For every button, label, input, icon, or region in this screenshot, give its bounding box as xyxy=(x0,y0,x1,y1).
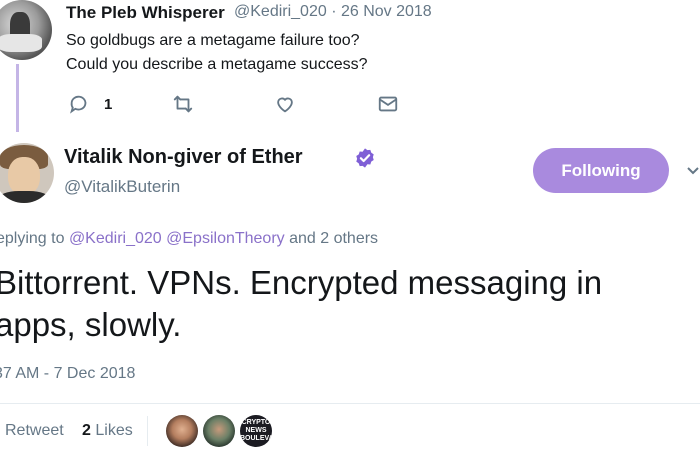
likes-label: Likes xyxy=(95,422,133,439)
like-icon xyxy=(277,97,293,113)
liker-logo-line: NEWS xyxy=(245,427,267,434)
author-handle[interactable]: @VitalikButerin xyxy=(64,177,180,197)
following-button[interactable]: Following xyxy=(533,148,669,193)
retweet-icon xyxy=(173,95,193,113)
reply-icon xyxy=(70,95,87,114)
retweet-button[interactable] xyxy=(172,93,194,115)
author-avatar[interactable] xyxy=(0,143,54,203)
liker-avatar[interactable] xyxy=(166,415,198,447)
replying-others[interactable]: and 2 others xyxy=(285,230,378,247)
mention-link-epsilontheory[interactable]: @EpsilonTheory xyxy=(166,230,285,247)
tweet-text: Bittorrent. VPNs. Encrypted messaging in… xyxy=(0,262,602,346)
direct-message-icon xyxy=(378,96,398,112)
reply-count: 1 xyxy=(104,95,113,113)
replying-to-line: eplying to @Kediri_020 @EpsilonTheory an… xyxy=(0,230,378,248)
like-button[interactable] xyxy=(274,93,296,115)
retweets-stat[interactable]: Retweet xyxy=(5,422,64,440)
tweet-timestamp[interactable]: 37 AM - 7 Dec 2018 xyxy=(0,365,135,383)
parent-tweet-text: So goldbugs are a metagame failure too? … xyxy=(66,29,368,77)
reply-button[interactable]: 1 xyxy=(68,93,112,115)
tweet-text-line-1: Bittorrent. VPNs. Encrypted messaging in xyxy=(0,264,603,301)
thread-connector-line xyxy=(16,64,19,132)
stats-divider xyxy=(0,403,700,404)
verified-badge-icon xyxy=(356,148,374,168)
tweet-text-line-2: apps, slowly. xyxy=(0,306,182,343)
replying-prefix: eplying to xyxy=(0,230,69,247)
mention-link-kediri[interactable]: @Kediri_020 xyxy=(69,230,162,247)
caret-down-icon[interactable] xyxy=(686,166,700,176)
direct-message-button[interactable] xyxy=(377,93,399,115)
liker-logo-line: CRYPTO xyxy=(241,419,271,426)
parent-tweet-line-2: Could you describe a metagame success? xyxy=(66,56,368,73)
parent-tweet-meta[interactable]: @Kediri_020 · 26 Nov 2018 xyxy=(234,3,432,21)
author-name[interactable]: Vitalik Non-giver of Ether xyxy=(64,146,303,169)
likes-count: 2 xyxy=(82,422,91,439)
parent-author-name[interactable]: The Pleb Whisperer xyxy=(66,3,225,23)
parent-author-avatar[interactable] xyxy=(0,0,52,60)
retweet-label: Retweet xyxy=(5,422,64,439)
liker-avatar[interactable]: CRYPTO NEWS BOULEVARD xyxy=(240,415,272,447)
liker-logo-line: BOULEVARD xyxy=(240,435,272,442)
liker-avatar[interactable] xyxy=(203,415,235,447)
stats-separator xyxy=(147,416,148,446)
likes-stat[interactable]: 2 Likes xyxy=(82,422,133,440)
parent-tweet-line-1: So goldbugs are a metagame failure too? xyxy=(66,32,360,49)
